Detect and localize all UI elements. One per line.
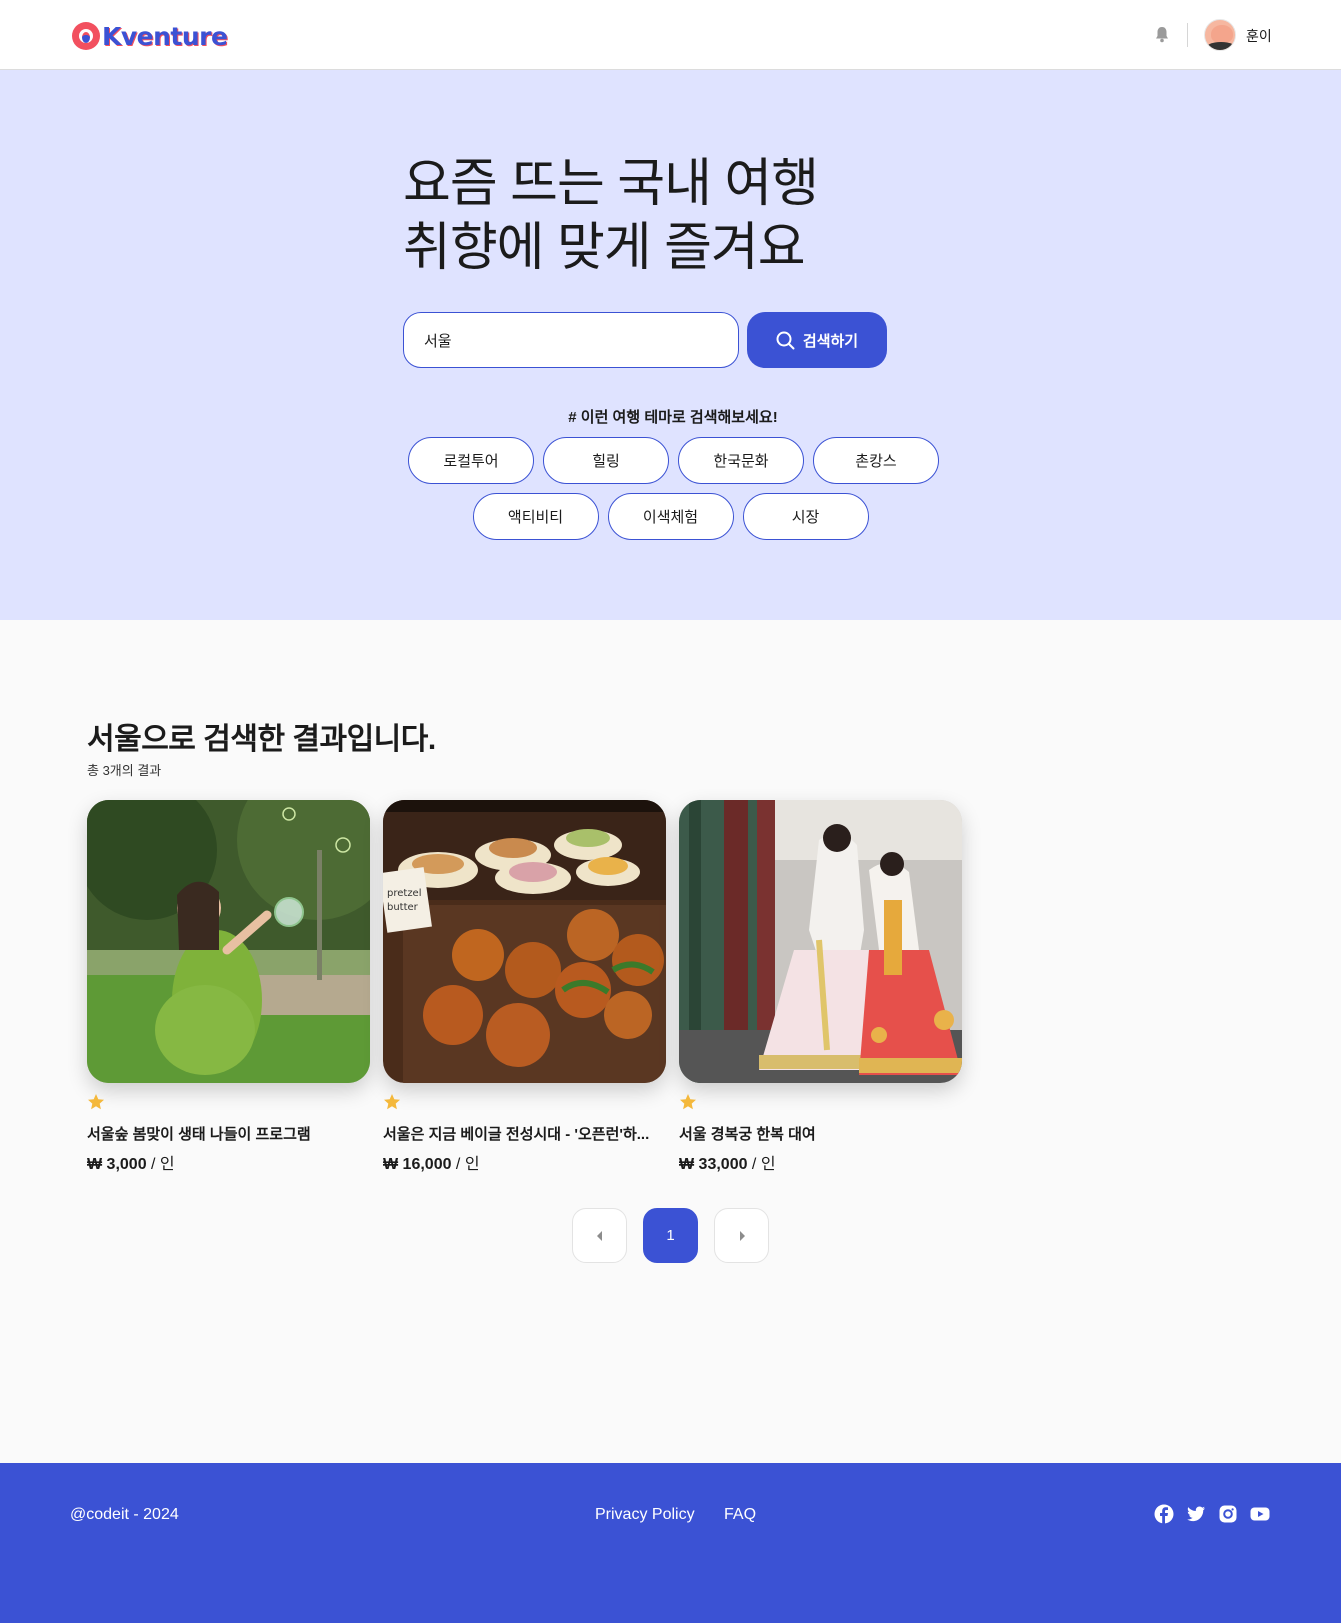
copyright: @codeit - 2024 xyxy=(70,1506,179,1523)
themes-caption: # 이런 여행 테마로 검색해보세요! xyxy=(568,409,778,426)
card-image[interactable]: pretzel butter xyxy=(383,800,666,1083)
star-icon xyxy=(88,1094,104,1110)
themes-row-1: 로컬투어 힐링 한국문화 촌캉스 xyxy=(0,437,1341,484)
svg-text:butter: butter xyxy=(387,902,419,913)
hero-title-line2: 취향에 맞게 즐겨요 xyxy=(403,219,806,277)
theme-chip-local-tour[interactable]: 로컬투어 xyxy=(408,437,534,484)
results-title: 서울으로 검색한 결과입니다. xyxy=(87,714,436,758)
chevron-right-icon xyxy=(739,1230,745,1241)
results-keyword: 서울 xyxy=(87,723,142,756)
result-card[interactable]: pretzel butter 서울은 지금 베이글 전성시대 - '오픈런'하.… xyxy=(383,800,666,1173)
theme-chip-korean-culture[interactable]: 한국문화 xyxy=(678,437,804,484)
card-price-unit: / 인 xyxy=(747,1156,776,1173)
search-input[interactable] xyxy=(403,312,739,368)
theme-chip-unique-experience[interactable]: 이색체험 xyxy=(607,493,734,540)
avatar[interactable] xyxy=(1204,19,1236,51)
card-price-unit: / 인 xyxy=(146,1156,175,1173)
card-price: ₩ 33,000 / 인 xyxy=(679,1150,776,1174)
theme-chip-chonkangs[interactable]: 촌캉스 xyxy=(813,437,939,484)
logo[interactable]: Kventure xyxy=(72,20,228,52)
card-price-amount: ₩ 16,000 xyxy=(383,1156,452,1173)
header-divider xyxy=(1187,23,1188,47)
svg-text:pretzel: pretzel xyxy=(387,888,422,899)
card-image[interactable] xyxy=(679,800,962,1083)
card-price-amount: ₩ 3,000 xyxy=(87,1156,147,1173)
card-price: ₩ 16,000 / 인 xyxy=(383,1150,480,1174)
card-price-unit: / 인 xyxy=(451,1156,480,1173)
social-links xyxy=(1154,1504,1270,1524)
card-title[interactable]: 서울숲 봄맞이 생태 나들이 프로그램 xyxy=(87,1123,370,1144)
instagram-icon[interactable] xyxy=(1218,1504,1238,1524)
card-price: ₩ 3,000 / 인 xyxy=(87,1150,175,1174)
logo-mark-icon xyxy=(72,22,100,50)
username[interactable]: 훈이 xyxy=(1246,26,1272,46)
results-title-suffix: 으로 검색한 결과입니다. xyxy=(141,723,436,756)
search-icon xyxy=(776,331,795,349)
pagination-prev-button[interactable] xyxy=(572,1208,627,1263)
chevron-left-icon xyxy=(596,1230,602,1241)
theme-chip-activity[interactable]: 액티비티 xyxy=(472,493,599,540)
search-button[interactable]: 검색하기 xyxy=(747,312,887,368)
twitter-icon[interactable] xyxy=(1186,1504,1206,1524)
hero-title: 요즘 뜨는 국내 여행 취향에 맞게 즐겨요 xyxy=(403,152,819,280)
card-title[interactable]: 서울 경복궁 한복 대여 xyxy=(679,1123,962,1144)
header: Kventure 훈이 xyxy=(0,0,1341,70)
star-icon xyxy=(680,1094,696,1110)
bell-icon[interactable] xyxy=(1154,26,1170,43)
result-card[interactable]: 서울 경복궁 한복 대여 ₩ 33,000 / 인 xyxy=(679,800,962,1173)
pagination-page-button[interactable]: 1 xyxy=(643,1208,698,1263)
theme-chip-market[interactable]: 시장 xyxy=(742,493,869,540)
results-count: 총 3개의 결과 xyxy=(87,763,162,778)
hero-title-line1: 요즘 뜨는 국내 여행 xyxy=(403,155,819,213)
themes-row-2: 액티비티 이색체험 시장 xyxy=(0,493,1341,540)
facebook-icon[interactable] xyxy=(1154,1504,1174,1524)
faq-link[interactable]: FAQ xyxy=(724,1506,756,1524)
footer: @codeit - 2024 Privacy Policy FAQ xyxy=(0,1463,1341,1623)
privacy-policy-link[interactable]: Privacy Policy xyxy=(595,1506,695,1524)
star-icon xyxy=(384,1094,400,1110)
search-button-label: 검색하기 xyxy=(802,332,859,350)
result-card[interactable]: 서울숲 봄맞이 생태 나들이 프로그램 ₩ 3,000 / 인 xyxy=(87,800,370,1173)
card-image[interactable] xyxy=(87,800,370,1083)
theme-chip-healing[interactable]: 힐링 xyxy=(543,437,669,484)
pagination-next-button[interactable] xyxy=(714,1208,769,1263)
card-title[interactable]: 서울은 지금 베이글 전성시대 - '오픈런'하... xyxy=(383,1123,666,1144)
card-price-amount: ₩ 33,000 xyxy=(679,1156,748,1173)
logo-text: Kventure xyxy=(102,21,228,51)
hero-section: 요즘 뜨는 국내 여행 취향에 맞게 즐겨요 검색하기 # 이런 여행 테마로 … xyxy=(0,70,1341,620)
youtube-icon[interactable] xyxy=(1250,1504,1270,1524)
